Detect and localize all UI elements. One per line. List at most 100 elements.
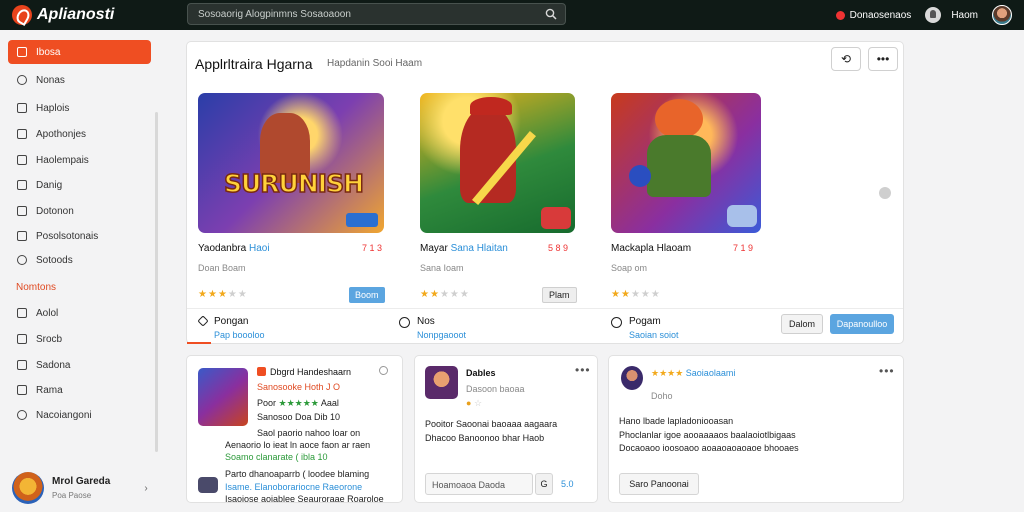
card-line: Dhacoo Banoonoo bhar Haob <box>425 433 544 443</box>
grid-icon <box>17 231 27 241</box>
card-line: Sanosooke Hoth J O <box>257 382 340 392</box>
user-label[interactable]: Haom <box>951 10 978 21</box>
review-card: Dbgrd Handeshaarn Sanosooke Hoth J O Poo… <box>186 355 403 503</box>
sidebar-item-settings[interactable]: Sotoods <box>8 248 151 272</box>
logo-icon <box>12 5 32 25</box>
sidebar-item-label: Nonas <box>36 75 65 86</box>
card-line: Parto dhanoaparrb ( loodee blaming <box>225 469 369 479</box>
card-line: Hano lbade lapladoniooasan <box>619 416 733 426</box>
avatar[interactable] <box>992 5 1012 25</box>
card-line: Phoclanlar igoe aooaaaaos baalaoiotlbiga… <box>619 430 796 440</box>
more-icon[interactable]: ••• <box>879 364 895 378</box>
comment-input[interactable]: Hoamoaoa Daoda <box>425 473 533 495</box>
card-line: Isaoiose aoiablee Seauroraae Roaroloe <box>225 494 384 503</box>
game-action-button[interactable]: Plam <box>542 287 577 303</box>
sidebar-item-profile[interactable]: Haplois <box>8 96 151 120</box>
review-action-button[interactable]: Saro Panoonai <box>619 473 699 495</box>
sidebar-item-label: Posolsotonais <box>36 231 98 242</box>
search-input[interactable]: Sosoaorig Alogpinmns Sosaoaoon <box>187 3 566 25</box>
sidebar-item-label: Haplois <box>36 103 69 114</box>
page-subtitle: Hapdanin Sooi Haam <box>327 58 422 69</box>
game-card[interactable]: Mackapla Hlaoam 7 1 9 Soap om ★★★★★ <box>611 93 761 233</box>
sidebar-item-tags[interactable]: Rama <box>8 378 151 402</box>
user-icon <box>17 103 27 113</box>
app-thumbnail[interactable] <box>425 366 458 399</box>
chevron-right-icon[interactable]: › <box>144 483 147 494</box>
sidebar-item-label: Aolol <box>36 308 58 319</box>
top-bar: Aplianosti Sosoaorig Alogpinmns Sosaoaoo… <box>0 0 1024 30</box>
folder-icon <box>17 308 27 318</box>
profile-card[interactable]: Mrol Gareda Poa Paose › <box>12 472 148 504</box>
avatar[interactable] <box>621 366 643 390</box>
game-action-button[interactable]: Boom <box>349 287 385 303</box>
sidebar-item-list[interactable]: Danig <box>8 173 151 197</box>
game-rating: ★★★★★ <box>198 289 248 300</box>
game-price: 7 1 9 <box>733 243 753 253</box>
tab-pogam[interactable]: Pogam Saoian soiot <box>611 316 679 340</box>
game-meta: Soap om <box>611 263 647 273</box>
sidebar-item-label: Ibosa <box>36 47 60 58</box>
help-icon <box>17 410 27 420</box>
cursor-icon <box>197 315 208 326</box>
sidebar-item-saved[interactable]: Dotonon <box>8 199 151 223</box>
home-icon <box>17 47 27 57</box>
sidebar-item-folder[interactable]: Aolol <box>8 301 151 325</box>
tab-sublabel: Saoian soiot <box>629 330 679 340</box>
chart-icon <box>17 129 27 139</box>
sidebar-item-stats[interactable]: Apothonjes <box>8 122 151 146</box>
notification-icon[interactable] <box>836 11 845 20</box>
search-icon[interactable] <box>545 8 557 20</box>
user-icon[interactable] <box>925 7 941 23</box>
more-icon: ••• <box>877 52 890 66</box>
sidebar-item-label: Danig <box>36 180 62 191</box>
featured-apps-card: Applrltraira Hgarna Hapdanin Sooi Haam ⟲… <box>186 41 904 344</box>
carousel-next-button[interactable] <box>879 187 891 199</box>
refresh-button[interactable]: ⟲ <box>831 47 861 71</box>
tab-pongan[interactable]: Pongan Pap boooloo <box>199 316 265 340</box>
play-icon <box>17 334 27 344</box>
settings-icon <box>17 255 27 265</box>
sidebar-item-favorites[interactable]: Nonas <box>8 68 151 92</box>
game-card[interactable]: SURUNISH Yaodanbra Haoi 7 1 3 Doan Boam … <box>198 93 384 233</box>
grade-badge[interactable]: G <box>535 473 553 495</box>
game-thumbnail[interactable]: SURUNISH <box>198 93 384 233</box>
shield-icon <box>399 317 410 328</box>
secondary-button[interactable]: Dalom <box>781 314 823 334</box>
app-logo[interactable]: Aplianosti <box>12 5 182 25</box>
profile-name: Mrol Gareda <box>52 476 110 487</box>
more-button[interactable]: ••• <box>868 47 898 71</box>
game-logo-text: SURUNISH <box>224 169 363 198</box>
game-title[interactable]: Mackapla Hlaoam <box>611 243 691 254</box>
tab-label: Pongan <box>214 316 265 327</box>
sidebar-item-layers[interactable]: Sadona <box>8 353 151 377</box>
check-icon <box>17 155 27 165</box>
top-right-controls: Donaosenaos Haom <box>836 4 1012 26</box>
app-badge-icon <box>257 367 266 376</box>
page-title: Applrltraira Hgarna <box>195 56 313 72</box>
primary-button[interactable]: Dapanoulloo <box>830 314 894 334</box>
sidebar-item-help[interactable]: Nacoiangoni <box>8 403 151 427</box>
game-name-highlight: Hlaoam <box>657 243 691 254</box>
tab-nos[interactable]: NosNonpgaooot <box>399 316 466 340</box>
rating-stars: ★★★★ <box>651 368 683 378</box>
notification-label[interactable]: Donaosenaos <box>850 10 912 21</box>
game-title[interactable]: Yaodanbra Haoi <box>198 243 270 254</box>
sidebar-item-play[interactable]: Srocb <box>8 327 151 351</box>
game-card[interactable]: Mayar Sana Hlaitan 5 8 9 Sana Ioam ★★★★★… <box>420 93 575 233</box>
card-title: Dables <box>466 368 496 378</box>
game-thumbnail[interactable] <box>420 93 575 233</box>
sidebar-item-home[interactable]: Ibosa <box>8 40 151 64</box>
game-title[interactable]: Mayar Sana Hlaitan <box>420 243 508 254</box>
platform-badge <box>541 207 571 229</box>
app-thumbnail[interactable] <box>198 368 248 426</box>
more-icon[interactable]: ••• <box>575 363 591 377</box>
tab-label: Pogam <box>629 316 679 327</box>
search-placeholder: Sosoaorig Alogpinmns Sosaoaoon <box>198 9 351 20</box>
sidebar-item-tasks[interactable]: Haolempais <box>8 148 151 172</box>
sidebar-item-library[interactable]: Posolsotonais <box>8 224 151 248</box>
game-thumbnail[interactable] <box>611 93 761 233</box>
sidebar-scrollbar[interactable] <box>155 112 158 452</box>
tab-sublabel: Pap boooloo <box>214 330 265 340</box>
info-icon[interactable] <box>379 366 388 375</box>
list-icon <box>17 180 27 190</box>
